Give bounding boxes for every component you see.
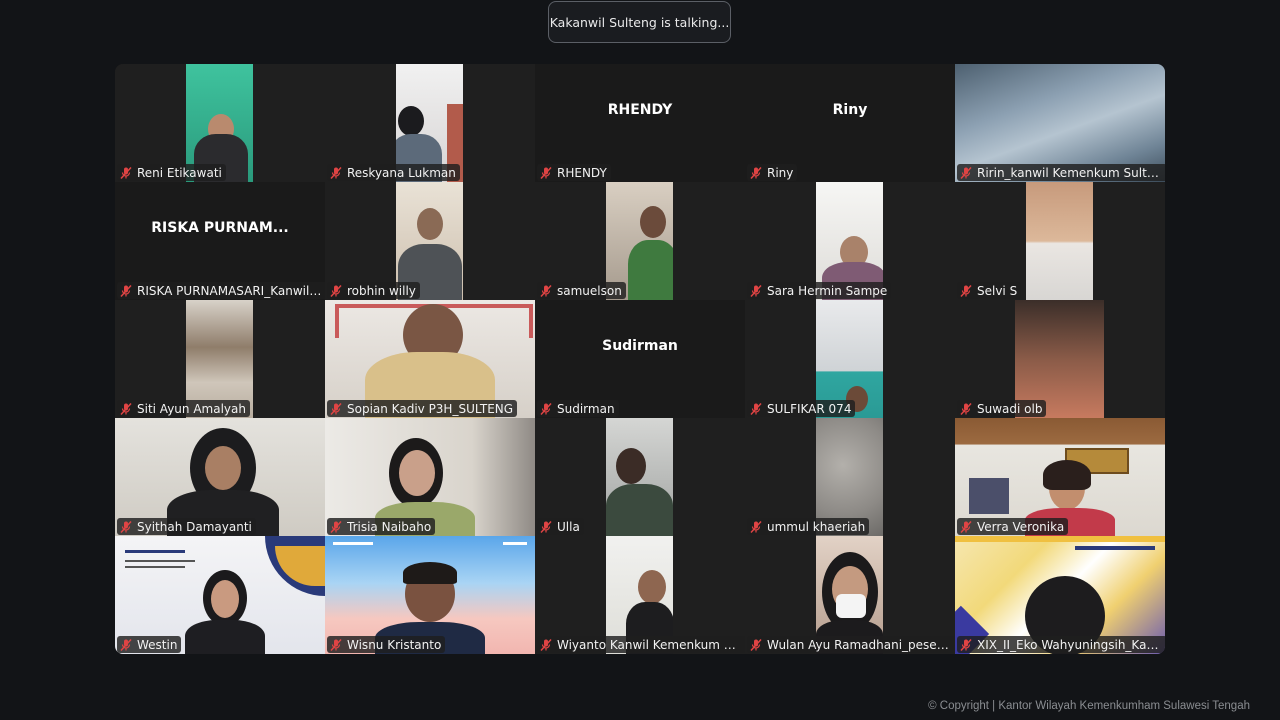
participant-name-tag: RHENDY: [537, 164, 611, 181]
mic-muted-icon: [330, 402, 342, 415]
participant-tile[interactable]: Wiyanto Kanwil Kemenkum Sulte...: [535, 536, 745, 654]
participant-tile[interactable]: Verra Veronika: [955, 418, 1165, 536]
mic-muted-icon: [120, 166, 132, 179]
participant-name-tag: Siti Ayun Amalyah: [117, 400, 250, 417]
participant-name-tag: samuelson: [537, 282, 626, 299]
mic-muted-icon: [120, 638, 132, 651]
mic-muted-icon: [960, 520, 972, 533]
mic-muted-icon: [540, 638, 552, 651]
mic-muted-icon: [750, 284, 762, 297]
mic-muted-icon: [540, 284, 552, 297]
participant-name-tag: XIX_II_Eko Wahyuningsih_Kanwil ...: [957, 636, 1165, 653]
participant-tile[interactable]: Sopian Kadiv P3H_SULTENG: [325, 300, 535, 418]
participant-name-tag: Wulan Ayu Ramadhani_peserta ...: [747, 636, 955, 653]
participant-name-tag: Westin: [117, 636, 182, 653]
participant-tile[interactable]: robhin willy: [325, 182, 535, 300]
mic-muted-icon: [960, 638, 972, 651]
mic-muted-icon: [540, 402, 552, 415]
participant-name-tag: Sopian Kadiv P3H_SULTENG: [327, 400, 518, 417]
participant-tile[interactable]: Reni Etikawati: [115, 64, 325, 182]
mic-muted-icon: [330, 166, 342, 179]
mic-muted-icon: [540, 520, 552, 533]
copyright-text: © Copyright | Kantor Wilayah Kemenkumham…: [928, 700, 1250, 712]
participant-tile[interactable]: Wulan Ayu Ramadhani_peserta ...: [745, 536, 955, 654]
participant-tile[interactable]: Siti Ayun Amalyah: [115, 300, 325, 418]
participant-initials: RISKA PURNAM...: [151, 220, 289, 236]
participant-name-tag: Ulla: [537, 518, 584, 535]
participant-tile[interactable]: RISKA PURNAM... RISKA PURNAMASARI_Kanwil…: [115, 182, 325, 300]
participant-video: [606, 418, 673, 536]
participant-name-tag: Verra Veronika: [957, 518, 1069, 535]
mic-muted-icon: [120, 402, 132, 415]
participant-initials: Riny: [832, 102, 868, 118]
participant-video: [1026, 182, 1093, 300]
participant-tile[interactable]: Ulla: [535, 418, 745, 536]
participant-name-tag: Sara Hermin Sampe: [747, 282, 892, 299]
participant-tile[interactable]: Suwadi olb: [955, 300, 1165, 418]
participant-name-tag: Selvi S: [957, 282, 1022, 299]
mic-muted-icon: [960, 284, 972, 297]
mic-muted-icon: [330, 520, 342, 533]
gallery-grid: Reni Etikawati Reskyana Lukman RHENDY RH…: [115, 64, 1165, 654]
mic-muted-icon: [960, 166, 972, 179]
participant-name-tag: Riny: [747, 164, 798, 181]
mic-muted-icon: [540, 166, 552, 179]
participant-name-tag: SULFIKAR 074: [747, 400, 856, 417]
participant-name-tag: robhin willy: [327, 282, 420, 299]
participant-name-tag: RISKA PURNAMASARI_Kanwil Sul...: [117, 282, 325, 299]
participant-tile[interactable]: Reskyana Lukman: [325, 64, 535, 182]
participant-tile[interactable]: XIX_II_Eko Wahyuningsih_Kanwil ...: [955, 536, 1165, 654]
participant-name-tag: Ririn_kanwil Kemenkum Sulteng: [957, 164, 1165, 181]
mic-muted-icon: [750, 520, 762, 533]
mic-muted-icon: [750, 638, 762, 651]
participant-tile[interactable]: Syithah Damayanti: [115, 418, 325, 536]
participant-name-tag: ummul khaeriah: [747, 518, 870, 535]
participant-tile[interactable]: Sudirman Sudirman: [535, 300, 745, 418]
participant-tile[interactable]: RHENDY RHENDY: [535, 64, 745, 182]
participant-name-tag: Reni Etikawati: [117, 164, 226, 181]
participant-name-tag: Reskyana Lukman: [327, 164, 460, 181]
participant-tile[interactable]: Sara Hermin Sampe: [745, 182, 955, 300]
participant-tile[interactable]: Trisia Naibaho: [325, 418, 535, 536]
participant-tile[interactable]: samuelson: [535, 182, 745, 300]
participant-tile[interactable]: Riny Riny: [745, 64, 955, 182]
participant-tile[interactable]: Selvi S: [955, 182, 1165, 300]
participant-initials: RHENDY: [607, 102, 673, 118]
participant-name-tag: Syithah Damayanti: [117, 518, 256, 535]
mic-muted-icon: [120, 520, 132, 533]
mic-muted-icon: [750, 402, 762, 415]
active-speaker-banner: Kakanwil Sulteng is talking...: [548, 1, 731, 43]
participant-initials: Sudirman: [602, 338, 678, 354]
participant-tile[interactable]: Wisnu Kristanto: [325, 536, 535, 654]
mic-muted-icon: [330, 638, 342, 651]
participant-name-tag: Trisia Naibaho: [327, 518, 436, 535]
participant-name-tag: Wiyanto Kanwil Kemenkum Sulte...: [537, 636, 745, 653]
participant-tile[interactable]: Ririn_kanwil Kemenkum Sulteng: [955, 64, 1165, 182]
participant-name-tag: Sudirman: [537, 400, 619, 417]
participant-name-tag: Wisnu Kristanto: [327, 636, 446, 653]
participant-tile[interactable]: SULFIKAR 074: [745, 300, 955, 418]
participant-name-tag: Suwadi olb: [957, 400, 1047, 417]
mic-muted-icon: [330, 284, 342, 297]
mic-muted-icon: [960, 402, 972, 415]
participant-tile[interactable]: Westin: [115, 536, 325, 654]
participant-tile[interactable]: ummul khaeriah: [745, 418, 955, 536]
mic-muted-icon: [120, 284, 132, 297]
mic-muted-icon: [750, 166, 762, 179]
